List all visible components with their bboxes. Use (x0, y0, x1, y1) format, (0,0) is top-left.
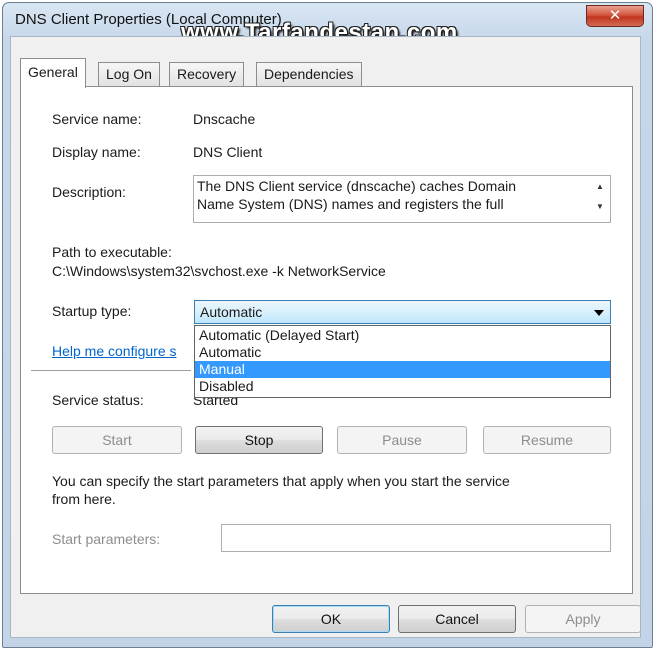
startup-type-dropdown: Automatic (Delayed Start) Automatic Manu… (194, 325, 611, 398)
display-name-value: DNS Client (193, 144, 263, 160)
scroll-up-icon[interactable]: ▲ (596, 182, 604, 191)
title-bar[interactable]: DNS Client Properties (Local Computer) w… (3, 3, 652, 46)
service-status-label: Service status: (52, 392, 144, 408)
path-value: C:\Windows\system32\svchost.exe -k Netwo… (52, 263, 386, 279)
hint-line-2: from here. (52, 491, 116, 507)
startup-type-select[interactable]: Automatic (194, 300, 611, 324)
option-automatic[interactable]: Automatic (195, 344, 610, 361)
service-name-label: Service name: (52, 111, 142, 127)
description-text: The DNS Client service (dnscache) caches… (197, 178, 517, 212)
hint-line-1: You can specify the start parameters tha… (52, 473, 510, 489)
chevron-down-icon[interactable] (594, 310, 604, 316)
description-box[interactable]: The DNS Client service (dnscache) caches… (193, 175, 611, 223)
startup-type-selected: Automatic (200, 304, 263, 320)
ok-button[interactable]: OK (272, 605, 390, 633)
option-automatic-delayed[interactable]: Automatic (Delayed Start) (195, 327, 610, 344)
separator (31, 370, 191, 371)
description-label: Description: (52, 184, 126, 200)
option-disabled[interactable]: Disabled (195, 378, 610, 395)
path-label: Path to executable: (52, 244, 172, 260)
start-parameters-label: Start parameters: (52, 531, 161, 547)
help-configure-link[interactable]: Help me configure s (52, 343, 177, 359)
apply-button[interactable]: Apply (525, 605, 641, 633)
start-button[interactable]: Start (52, 426, 182, 454)
tab-dependencies[interactable]: Dependencies (256, 62, 362, 87)
tab-general[interactable]: General (20, 58, 86, 88)
service-name-value: Dnscache (193, 111, 256, 127)
pause-button[interactable]: Pause (337, 426, 467, 454)
scroll-down-icon[interactable]: ▼ (596, 202, 604, 211)
resume-button[interactable]: Resume (483, 426, 611, 454)
description-scrollbar[interactable]: ▲ ▼ (592, 176, 610, 222)
start-parameters-input[interactable] (221, 524, 611, 552)
tab-recovery[interactable]: Recovery (169, 62, 245, 87)
cancel-button[interactable]: Cancel (398, 605, 516, 633)
option-manual[interactable]: Manual (195, 361, 610, 378)
display-name-label: Display name: (52, 144, 141, 160)
general-panel: Service name: Dnscache Display name: DNS… (20, 86, 633, 594)
startup-type-label: Startup type: (52, 303, 132, 319)
close-icon: ✕ (608, 6, 622, 24)
close-button[interactable]: ✕ (586, 5, 644, 27)
tab-log-on[interactable]: Log On (98, 62, 160, 87)
stop-button[interactable]: Stop (195, 426, 323, 454)
